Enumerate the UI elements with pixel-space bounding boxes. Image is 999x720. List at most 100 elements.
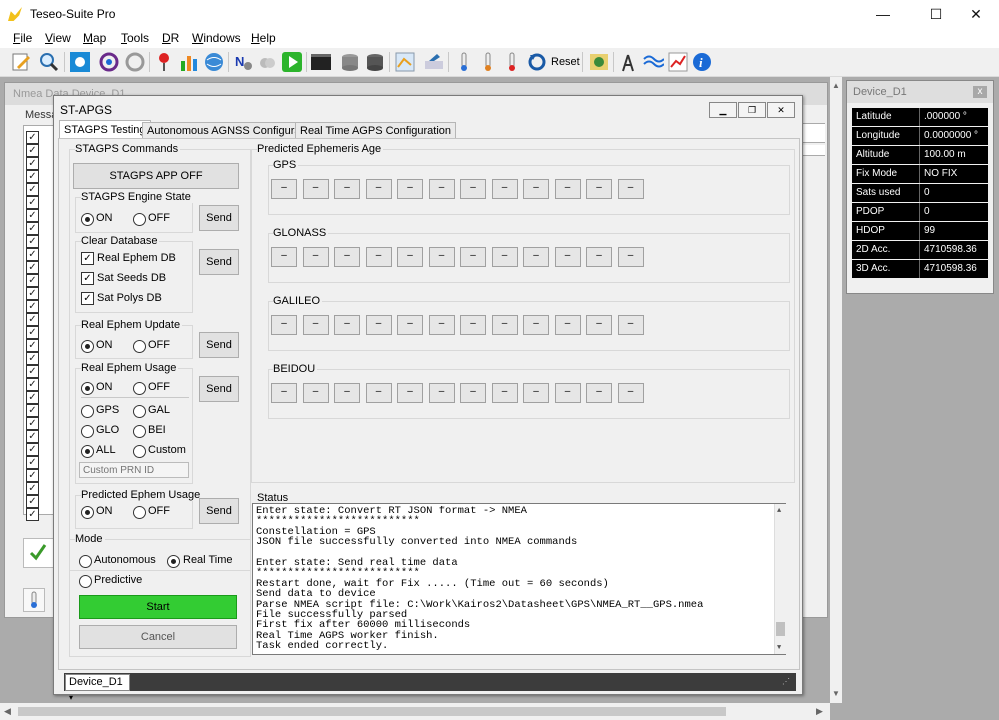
chart-icon[interactable] [178,51,200,73]
terminal-icon[interactable] [310,51,332,73]
mdi-vertical-scrollbar[interactable]: ▲ ▼ [830,77,842,703]
message-checkbox[interactable]: ✓ [26,183,39,196]
play-icon[interactable] [281,51,303,73]
message-checkbox[interactable]: ✓ [26,196,39,209]
satellite-gray-icon[interactable] [124,51,146,73]
thermometer-red-icon[interactable] [501,51,523,73]
update-on-radio[interactable] [81,340,94,353]
menu-windows[interactable]: Windows [192,31,241,45]
usage-on-radio[interactable] [81,382,94,395]
database-dark-icon[interactable] [364,51,386,73]
pc-icon[interactable] [423,51,445,73]
mdi-horizontal-scrollbar[interactable]: ◀ ▶ [0,703,830,720]
map-pin-icon[interactable] [153,51,175,73]
usage-send-button[interactable]: Send [199,376,239,402]
reset-icon[interactable] [526,51,548,73]
message-checkbox[interactable]: ✓ [26,378,39,391]
minimize-button[interactable]: — [860,0,906,29]
message-checkbox[interactable]: ✓ [26,508,39,521]
menu-dr[interactable]: DR [162,31,179,45]
sat-seeds-db-checkbox[interactable]: ✓ [81,272,94,285]
message-checkbox[interactable]: ✓ [26,222,39,235]
message-checkbox[interactable]: ✓ [26,209,39,222]
usage-all-radio[interactable] [81,445,94,458]
message-checkbox[interactable]: ✓ [26,170,39,183]
close-button[interactable]: ✕ [953,0,999,29]
message-checkbox[interactable]: ✓ [26,404,39,417]
message-checkbox[interactable]: ✓ [26,157,39,170]
connect-icon[interactable] [69,51,91,73]
message-checkbox[interactable]: ✓ [26,456,39,469]
sat-polys-db-checkbox[interactable]: ✓ [81,292,94,305]
message-checkbox[interactable]: ✓ [26,352,39,365]
usage-off-radio[interactable] [133,382,146,395]
status-log[interactable]: Enter state: Convert RT JSON format -> N… [252,503,786,655]
dialog-restore-button[interactable]: ❐ [738,102,766,118]
menu-tools[interactable]: Tools [121,31,149,45]
antenna-icon[interactable] [617,51,639,73]
usage-glo-radio[interactable] [81,425,94,438]
nmea-icon[interactable]: N [232,51,254,73]
waves-icon[interactable] [642,51,665,73]
predicted-on-radio[interactable] [81,506,94,519]
message-checkbox[interactable]: ✓ [26,144,39,157]
message-checkbox[interactable]: ✓ [26,430,39,443]
update-send-button[interactable]: Send [199,332,239,358]
custom-prn-input[interactable] [79,462,189,478]
predicted-off-radio[interactable] [133,506,146,519]
usage-gps-radio[interactable] [81,405,94,418]
satellite-icon[interactable] [98,51,120,73]
start-button[interactable]: Start [79,595,237,619]
message-checkbox[interactable]: ✓ [26,287,39,300]
world-map-icon[interactable] [588,51,610,73]
message-checkbox[interactable]: ✓ [26,300,39,313]
message-checkbox[interactable]: ✓ [26,131,39,144]
engine-on-radio[interactable] [81,213,94,226]
menu-file[interactable]: File [13,31,32,45]
message-checkbox[interactable]: ✓ [26,261,39,274]
edit-icon[interactable] [10,51,32,73]
engine-send-button[interactable]: Send [199,205,239,231]
info-icon[interactable]: i [691,51,713,73]
menu-help[interactable]: Help [251,31,276,45]
message-checkbox[interactable]: ✓ [26,365,39,378]
stagps-app-off-button[interactable]: STAGPS APP OFF [73,163,239,189]
search-icon[interactable] [38,51,60,73]
update-off-radio[interactable] [133,340,146,353]
message-checkbox[interactable]: ✓ [26,248,39,261]
mode-predictive-radio[interactable] [79,575,92,588]
usage-custom-radio[interactable] [133,445,146,458]
message-checkbox[interactable]: ✓ [26,391,39,404]
cancel-button[interactable]: Cancel [79,625,237,649]
message-checkbox[interactable]: ✓ [26,443,39,456]
graph-icon[interactable] [667,51,689,73]
globe-icon[interactable] [203,51,225,73]
message-checkbox[interactable]: ✓ [26,313,39,326]
engine-off-radio[interactable] [133,213,146,226]
mode-realtime-radio[interactable] [167,555,180,568]
mode-autonomous-radio[interactable] [79,555,92,568]
tab-stagps-testing[interactable]: STAGPS Testing [59,120,151,140]
reset-button[interactable]: Reset [551,56,580,68]
thermometer-orange-icon[interactable] [477,51,499,73]
cloud-icon[interactable] [256,51,278,73]
real-ephem-db-checkbox[interactable]: ✓ [81,252,94,265]
map-icon[interactable] [394,51,416,73]
message-checkbox[interactable]: ✓ [26,274,39,287]
dialog-close-button[interactable]: ✕ [767,102,795,118]
dialog-minimize-button[interactable]: ▁ [709,102,737,118]
menu-map[interactable]: Map [83,31,106,45]
clear-db-send-button[interactable]: Send [199,249,239,275]
device-panel-close-button[interactable]: x [973,86,987,98]
message-checkbox[interactable]: ✓ [26,482,39,495]
message-checkbox[interactable]: ✓ [26,495,39,508]
thermometer-blue-icon[interactable] [453,51,475,73]
usage-bei-radio[interactable] [133,425,146,438]
message-checkbox[interactable]: ✓ [26,469,39,482]
device-selector[interactable]: Device_D1 ▾ [65,674,130,702]
message-checkbox[interactable]: ✓ [26,326,39,339]
status-scrollbar[interactable]: ▲ ▼ [774,504,786,654]
message-checkbox[interactable]: ✓ [26,417,39,430]
database-icon[interactable] [339,51,361,73]
resize-grip-icon[interactable]: ⋰ [782,677,790,686]
